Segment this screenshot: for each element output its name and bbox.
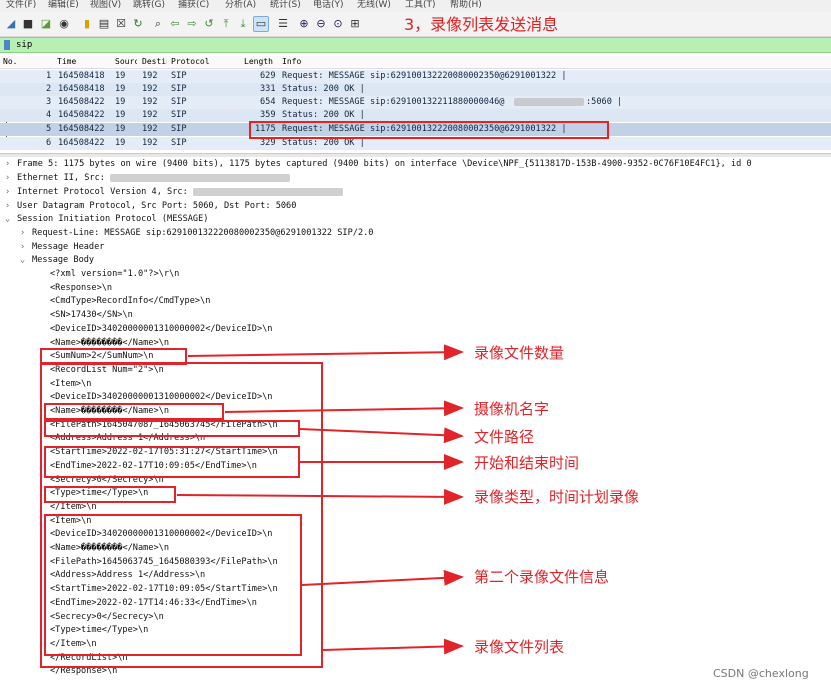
annotation-sumnum: 录像文件数量 [474, 344, 565, 362]
arrow-name [224, 400, 464, 417]
arrow-record-list [322, 638, 464, 655]
arrow-sumnum [187, 344, 464, 361]
annotation-second-item: 第二个录像文件信息 [474, 568, 610, 586]
arrow-second-item [301, 569, 464, 586]
annotation-arrows [176, 344, 464, 655]
watermark: CSDN @chexlong [713, 667, 809, 680]
annotation-time: 开始和结束时间 [474, 454, 580, 472]
annotation-name: 摄像机名字 [474, 400, 550, 418]
arrow-type [176, 488, 464, 505]
annotation-filepath: 文件路径 [474, 428, 535, 446]
annotation-type: 录像类型，时间计划录像 [474, 488, 640, 506]
arrow-filepath [299, 427, 464, 444]
annotation-record-list: 录像文件列表 [474, 638, 565, 656]
